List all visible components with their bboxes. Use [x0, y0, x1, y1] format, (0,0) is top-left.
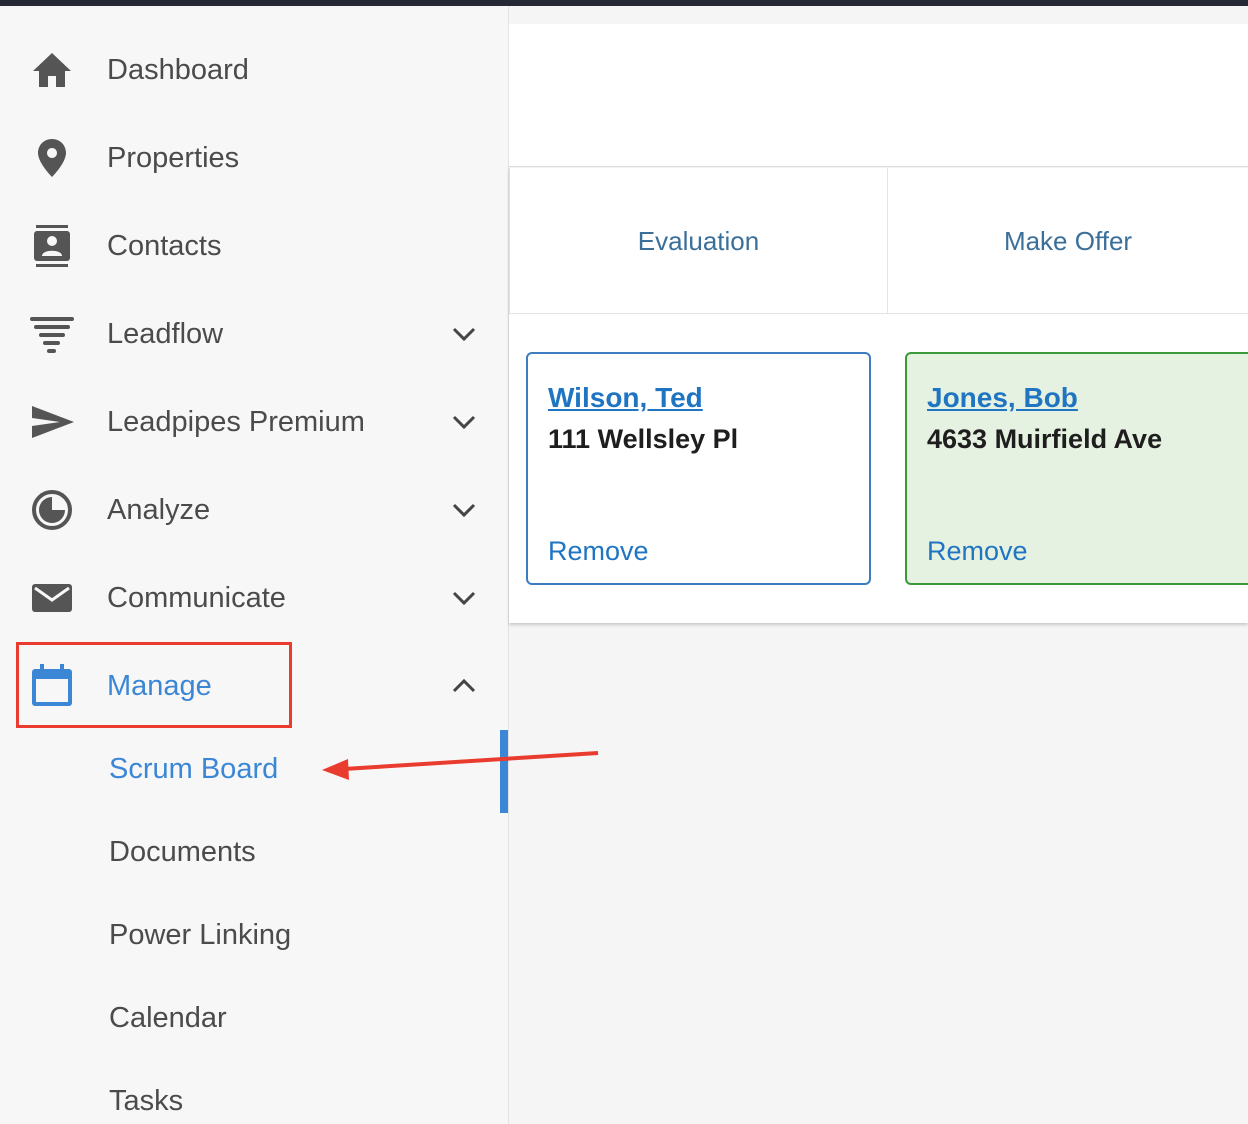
lead-address: 4633 Muirfield Ave: [927, 424, 1163, 454]
sidebar-item-analyze[interactable]: Analyze: [0, 466, 508, 554]
sidebar-item-label: Leadpipes Premium: [107, 406, 365, 438]
sidebar-item-contacts[interactable]: Contacts: [0, 202, 508, 290]
subnav-item-scrum-board[interactable]: Scrum Board: [109, 749, 278, 789]
column-header-make-offer: Make Offer: [888, 168, 1248, 314]
sidebar-item-communicate[interactable]: Communicate: [0, 554, 508, 642]
chevron-down-icon[interactable]: [448, 318, 480, 350]
subnav-item-power-linking[interactable]: Power Linking: [109, 915, 291, 955]
lead-card[interactable]: Jones, Bob 4633 Muirfield Ave Remove: [905, 352, 1248, 585]
tornado-icon: [28, 310, 76, 358]
calendar-icon: [28, 662, 76, 710]
chevron-up-icon[interactable]: [448, 670, 480, 702]
lead-name-link[interactable]: Wilson, Ted: [548, 382, 703, 414]
scrum-board: Evaluation Make Offer Wilson, Ted 111 We…: [509, 168, 1248, 623]
sidebar-item-leadpipes-premium[interactable]: Leadpipes Premium: [0, 378, 508, 466]
sidebar-item-label: Manage: [107, 670, 212, 702]
subnav-item-calendar[interactable]: Calendar: [109, 998, 227, 1038]
remove-link[interactable]: Remove: [927, 536, 1028, 567]
chevron-down-icon[interactable]: [448, 582, 480, 614]
subnav-item-tasks[interactable]: Tasks: [109, 1081, 183, 1121]
chevron-down-icon[interactable]: [448, 406, 480, 438]
pie-chart-icon: [28, 486, 76, 534]
sidebar-item-label: Dashboard: [107, 54, 249, 86]
home-icon: [28, 46, 76, 94]
column-header-evaluation: Evaluation: [509, 168, 888, 314]
sidebar-item-dashboard[interactable]: Dashboard: [0, 26, 508, 114]
sidebar-item-manage[interactable]: Manage: [0, 642, 508, 730]
remove-link[interactable]: Remove: [548, 536, 649, 567]
main-header-area: [509, 24, 1248, 167]
map-pin-icon: [28, 134, 76, 182]
lead-card[interactable]: Wilson, Ted 111 Wellsley Pl Remove: [526, 352, 871, 585]
subnav-item-documents[interactable]: Documents: [109, 832, 256, 872]
sidebar-item-label: Analyze: [107, 494, 211, 526]
lead-name-link[interactable]: Jones, Bob: [927, 382, 1078, 414]
sidebar-item-label: Communicate: [107, 582, 286, 614]
sidebar-item-properties[interactable]: Properties: [0, 114, 508, 202]
sidebar-item-leadflow[interactable]: Leadflow: [0, 290, 508, 378]
sidebar-nav: Dashboard Properties Contacts Leadflow L…: [0, 6, 509, 1124]
sidebar-item-label: Contacts: [107, 230, 222, 262]
lead-address: 111 Wellsley Pl: [548, 424, 739, 454]
send-icon: [28, 398, 76, 446]
contact-card-icon: [28, 222, 76, 270]
envelope-icon: [28, 574, 76, 622]
active-item-indicator: [500, 730, 508, 813]
sidebar-item-label: Properties: [107, 142, 240, 174]
sidebar-item-label: Leadflow: [107, 318, 224, 350]
chevron-down-icon[interactable]: [448, 494, 480, 526]
